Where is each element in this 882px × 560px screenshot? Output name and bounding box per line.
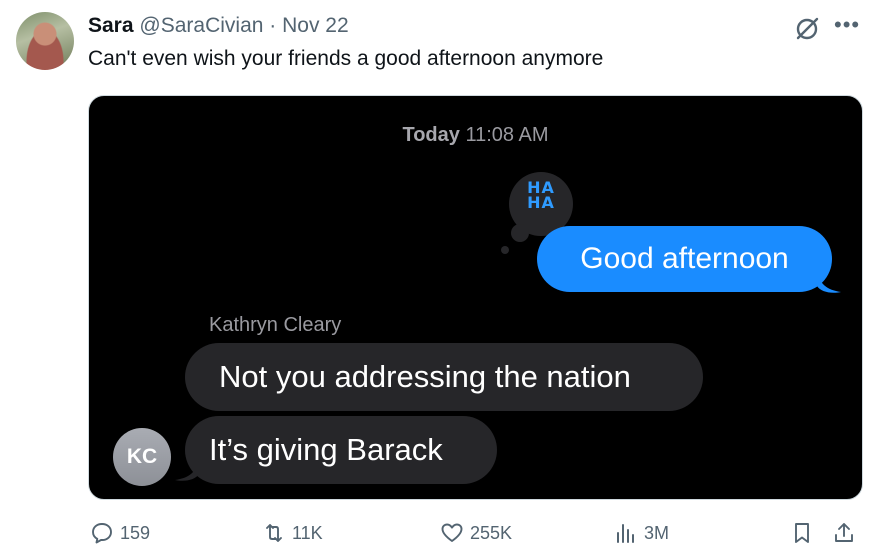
- sent-message-bubble: Good afternoon: [537, 226, 832, 292]
- sender-name: Kathryn Cleary: [209, 314, 342, 336]
- reply-button[interactable]: 159: [90, 515, 150, 551]
- tweet-text: Can't even wish your friends a good afte…: [88, 47, 604, 70]
- author-handle[interactable]: @SaraCivian: [139, 14, 263, 37]
- like-icon: [441, 523, 463, 542]
- reply-icon: [92, 523, 112, 544]
- author-avatar[interactable]: [16, 12, 74, 70]
- more-horizontal-icon[interactable]: •••: [834, 14, 862, 38]
- grok-icon[interactable]: [794, 16, 820, 42]
- message-timestamp: Today 11:08 AM: [89, 124, 862, 147]
- views-icon: [617, 524, 634, 543]
- timestamp-time: 11:08 AM: [465, 124, 549, 146]
- tweet-media-image[interactable]: Today 11:08 AM HA HA Good afternoon Kath…: [88, 95, 863, 500]
- tweet-actions-bar: 159 11K 255K 3M: [0, 515, 882, 551]
- author-name[interactable]: Sara: [88, 14, 134, 37]
- haha-reaction-icon: HA HA: [509, 180, 573, 212]
- timestamp-day: Today: [402, 124, 460, 146]
- sent-bubble-tail: [817, 270, 841, 293]
- bookmark-icon: [795, 523, 809, 543]
- received-bubble-tail: [175, 458, 199, 481]
- like-button[interactable]: 255K: [440, 515, 512, 551]
- repost-button[interactable]: 11K: [262, 515, 323, 551]
- reaction-bubble-tail: [511, 224, 529, 242]
- repost-count: 11K: [292, 522, 323, 543]
- reply-count: 159: [120, 522, 151, 543]
- received-message-bubble: Not you addressing the nation: [185, 343, 703, 411]
- received-message-bubble: It’s giving Barack: [185, 416, 497, 484]
- tweet-date[interactable]: Nov 22: [282, 14, 349, 37]
- share-button[interactable]: [832, 515, 862, 551]
- bookmark-button[interactable]: [790, 515, 820, 551]
- separator-dot: ·: [269, 14, 277, 37]
- share-icon: [835, 523, 853, 542]
- views-button[interactable]: 3M: [614, 515, 669, 551]
- repost-icon: [266, 524, 282, 542]
- sender-avatar: KC: [113, 428, 171, 486]
- reaction-bubble-tail-dot: [501, 246, 509, 254]
- like-count: 255K: [470, 522, 513, 543]
- reaction-text-line2: HA: [527, 193, 555, 212]
- views-count: 3M: [644, 522, 670, 543]
- tweet-header: Sara @SaraCivian · Nov 22: [88, 14, 349, 38]
